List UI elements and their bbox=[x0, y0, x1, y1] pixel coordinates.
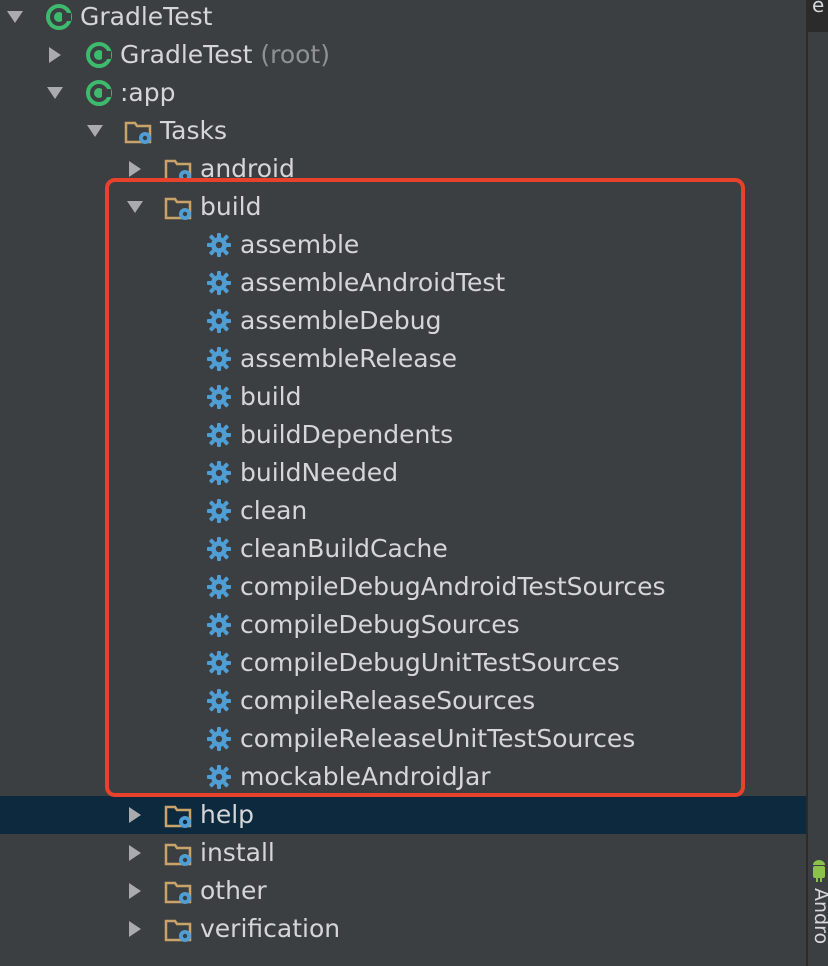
task-row[interactable]: cleanBuildCache bbox=[0, 530, 806, 568]
tree-row-group-help[interactable]: help bbox=[0, 796, 806, 834]
task-label: compileReleaseSources bbox=[240, 686, 536, 715]
tree-node-label: other bbox=[200, 876, 267, 905]
gradle-task-tree: GradleTest GradleTest (root) :app Tasks … bbox=[0, 0, 806, 966]
gear-icon bbox=[204, 230, 234, 260]
expand-arrow-icon[interactable] bbox=[46, 84, 64, 102]
right-tool-strip: e Andro bbox=[806, 0, 828, 966]
folder-gear-icon bbox=[164, 154, 194, 184]
gear-icon bbox=[204, 572, 234, 602]
task-row[interactable]: assembleDebug bbox=[0, 302, 806, 340]
tree-node-label: help bbox=[200, 800, 255, 829]
task-label: compileDebugAndroidTestSources bbox=[240, 572, 666, 601]
task-label: buildNeeded bbox=[240, 458, 399, 487]
gear-icon bbox=[204, 762, 234, 792]
tree-row-group-install[interactable]: install bbox=[0, 834, 806, 872]
collapsed-arrow-icon[interactable] bbox=[126, 882, 144, 900]
task-label: buildDependents bbox=[240, 420, 454, 449]
gear-icon bbox=[204, 648, 234, 678]
gear-icon bbox=[204, 420, 234, 450]
collapsed-arrow-icon[interactable] bbox=[46, 46, 64, 64]
gear-icon bbox=[204, 268, 234, 298]
task-row[interactable]: compileDebugUnitTestSources bbox=[0, 644, 806, 682]
expand-arrow-icon[interactable] bbox=[6, 8, 24, 26]
task-row[interactable]: compileReleaseSources bbox=[0, 682, 806, 720]
gear-icon bbox=[204, 458, 234, 488]
task-label: cleanBuildCache bbox=[240, 534, 448, 563]
folder-gear-icon bbox=[124, 116, 154, 146]
gear-icon bbox=[204, 686, 234, 716]
folder-gear-icon bbox=[164, 800, 194, 830]
tree-node-label: :app bbox=[120, 78, 176, 107]
task-row[interactable]: assembleAndroidTest bbox=[0, 264, 806, 302]
task-label: assembleRelease bbox=[240, 344, 457, 373]
gear-icon bbox=[204, 534, 234, 564]
gradle-icon bbox=[84, 78, 114, 108]
folder-gear-icon bbox=[164, 876, 194, 906]
collapsed-arrow-icon[interactable] bbox=[126, 806, 144, 824]
gradle-icon bbox=[44, 2, 74, 32]
root-suffix: (root) bbox=[260, 40, 330, 69]
android-icon bbox=[812, 860, 826, 886]
task-row[interactable]: assembleRelease bbox=[0, 340, 806, 378]
tree-row-group-other[interactable]: other bbox=[0, 872, 806, 910]
task-label: clean bbox=[240, 496, 308, 525]
collapsed-arrow-icon[interactable] bbox=[126, 160, 144, 178]
gear-icon bbox=[204, 344, 234, 374]
android-tool-window-tab[interactable]: Andro bbox=[810, 888, 828, 944]
gear-icon bbox=[204, 496, 234, 526]
tree-node-label: install bbox=[200, 838, 275, 867]
task-row[interactable]: compileReleaseUnitTestSources bbox=[0, 720, 806, 758]
gear-icon bbox=[204, 724, 234, 754]
tree-row-group-android[interactable]: android bbox=[0, 150, 806, 188]
tree-row-tasks[interactable]: Tasks bbox=[0, 112, 806, 150]
collapsed-arrow-icon[interactable] bbox=[126, 844, 144, 862]
project-name: GradleTest bbox=[120, 40, 253, 69]
tree-row-app[interactable]: :app bbox=[0, 74, 806, 112]
task-label: compileDebugUnitTestSources bbox=[240, 648, 620, 677]
tree-row-group-verification[interactable]: verification bbox=[0, 910, 806, 948]
task-label: mockableAndroidJar bbox=[240, 762, 491, 791]
gear-icon bbox=[204, 306, 234, 336]
gradle-tool-window: GradleTest GradleTest (root) :app Tasks … bbox=[0, 0, 828, 966]
task-label: compileDebugSources bbox=[240, 610, 520, 639]
task-label: assembleAndroidTest bbox=[240, 268, 506, 297]
task-label: build bbox=[240, 382, 302, 411]
task-label: compileReleaseUnitTestSources bbox=[240, 724, 636, 753]
task-row[interactable]: clean bbox=[0, 492, 806, 530]
task-row[interactable]: buildNeeded bbox=[0, 454, 806, 492]
task-row[interactable]: assemble bbox=[0, 226, 806, 264]
top-tab-label: e bbox=[812, 0, 825, 17]
task-row[interactable]: compileDebugSources bbox=[0, 606, 806, 644]
task-row[interactable]: build bbox=[0, 378, 806, 416]
folder-gear-icon bbox=[164, 838, 194, 868]
tree-node-label: Tasks bbox=[160, 116, 227, 145]
gear-icon bbox=[204, 382, 234, 412]
folder-gear-icon bbox=[164, 192, 194, 222]
tree-row-gradletest-root[interactable]: GradleTest (root) bbox=[0, 36, 806, 74]
task-label: assembleDebug bbox=[240, 306, 442, 335]
tree-node-label: verification bbox=[200, 914, 341, 943]
collapsed-arrow-icon[interactable] bbox=[126, 920, 144, 938]
task-row[interactable]: buildDependents bbox=[0, 416, 806, 454]
task-label: assemble bbox=[240, 230, 360, 259]
tree-node-label: GradleTest (root) bbox=[120, 36, 330, 74]
folder-gear-icon bbox=[164, 914, 194, 944]
tree-row-group-build[interactable]: build bbox=[0, 188, 806, 226]
tree-node-label: build bbox=[200, 192, 262, 221]
gradle-icon bbox=[84, 40, 114, 70]
tree-node-label: android bbox=[200, 154, 295, 183]
task-row[interactable]: mockableAndroidJar bbox=[0, 758, 806, 796]
gear-icon bbox=[204, 610, 234, 640]
expand-arrow-icon[interactable] bbox=[126, 198, 144, 216]
expand-arrow-icon[interactable] bbox=[86, 122, 104, 140]
top-tool-tab[interactable]: e bbox=[808, 0, 828, 32]
tree-node-label: GradleTest bbox=[80, 2, 213, 31]
task-row[interactable]: compileDebugAndroidTestSources bbox=[0, 568, 806, 606]
tree-row-gradletest[interactable]: GradleTest bbox=[0, 0, 806, 36]
